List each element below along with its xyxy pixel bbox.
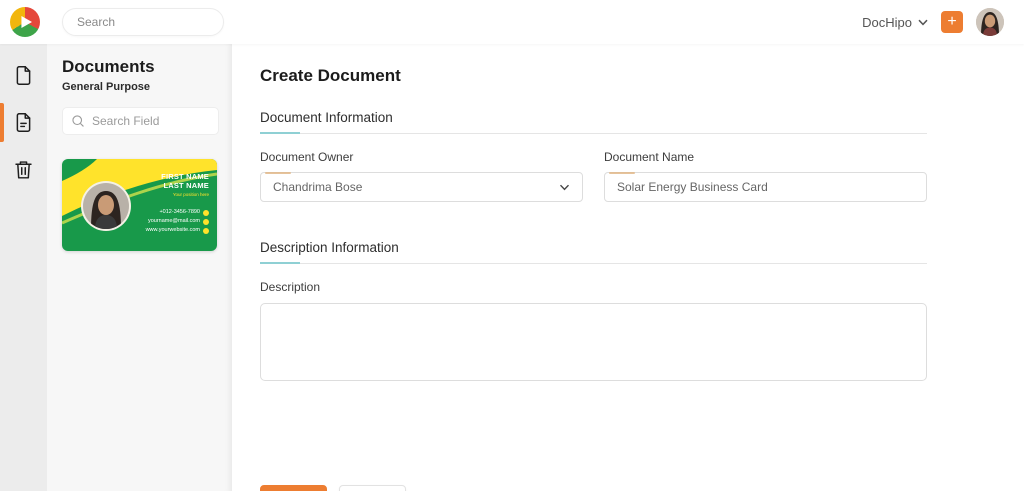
global-search <box>62 8 232 36</box>
header-right-cluster: DocHipo + <box>862 8 1004 36</box>
document-owner-label: Document Owner <box>260 150 354 164</box>
workspace-label: DocHipo <box>862 14 912 30</box>
rail-item-blank-document[interactable] <box>0 52 47 99</box>
panel-search-input[interactable] <box>92 114 210 128</box>
avatar-portrait <box>976 8 1004 36</box>
section-description-information: Description Information <box>260 240 927 264</box>
chevron-down-icon <box>559 184 570 190</box>
form-actions: Next Cancel <box>260 485 927 491</box>
dochipo-logo-icon[interactable] <box>10 7 40 37</box>
card-name-block: FIRST NAME LAST NAME <box>161 172 209 190</box>
card-website-row: www.yourwebsite.com <box>146 226 209 235</box>
document-info-fields: Document Owner Chandrima Bose Document N… <box>260 150 927 202</box>
add-document-button[interactable]: + <box>941 11 963 33</box>
app-body: Documents General Purpose Search Field F… <box>0 44 1024 491</box>
card-phone-row: +012-3456-7890 <box>146 208 209 217</box>
document-owner-value: Chandrima Bose <box>273 180 363 194</box>
app-window: DocHipo + <box>0 0 1024 491</box>
document-name-input[interactable] <box>617 180 914 194</box>
document-text-icon <box>16 113 31 132</box>
description-textarea[interactable] <box>260 303 927 381</box>
document-name-control <box>604 172 927 202</box>
mail-icon <box>203 218 209 225</box>
icon-rail <box>0 44 47 491</box>
card-phone: +012-3456-7890 <box>159 209 200 215</box>
document-name-field: Document Name <box>604 150 927 202</box>
create-document-form: Create Document Document Information Doc… <box>232 44 1024 491</box>
panel-subtitle: General Purpose <box>62 81 151 93</box>
section-document-information: Document Information <box>260 110 927 134</box>
template-thumbnail-business-card[interactable]: FIRST NAME LAST NAME Your position here … <box>62 159 217 251</box>
card-contacts: +012-3456-7890 yourname@mail.com www.you… <box>146 208 209 235</box>
cancel-button[interactable]: Cancel <box>339 485 406 491</box>
card-last-name: LAST NAME <box>163 180 209 190</box>
chevron-down-icon <box>918 19 928 25</box>
rail-item-documents[interactable] <box>0 99 47 146</box>
rail-item-trash[interactable] <box>0 146 47 193</box>
user-avatar[interactable] <box>976 8 1004 36</box>
top-header: DocHipo + <box>0 0 1024 44</box>
card-position: Your position here <box>172 192 209 197</box>
description-label: Description <box>260 280 321 294</box>
document-icon <box>16 66 31 85</box>
document-owner-field: Document Owner Chandrima Bose <box>260 150 583 202</box>
panel-title: Documents <box>62 57 155 76</box>
phone-icon <box>203 209 209 216</box>
logo-play-shape <box>21 16 32 28</box>
panel-search <box>62 107 219 135</box>
document-name-label: Document Name <box>604 150 695 164</box>
document-owner-select[interactable]: Chandrima Bose <box>260 172 583 202</box>
workspace-dropdown[interactable]: DocHipo <box>862 15 928 30</box>
card-website: www.yourwebsite.com <box>145 227 200 233</box>
search-icon <box>72 115 84 127</box>
next-button[interactable]: Next <box>260 485 327 491</box>
documents-panel: Documents General Purpose Search Field F… <box>47 44 232 491</box>
card-email-row: yourname@mail.com <box>146 217 209 226</box>
card-email: yourname@mail.com <box>147 218 200 224</box>
globe-icon <box>203 227 209 234</box>
page-title: Create Document <box>260 66 401 85</box>
trash-icon <box>15 161 32 179</box>
global-search-input[interactable] <box>77 15 232 29</box>
